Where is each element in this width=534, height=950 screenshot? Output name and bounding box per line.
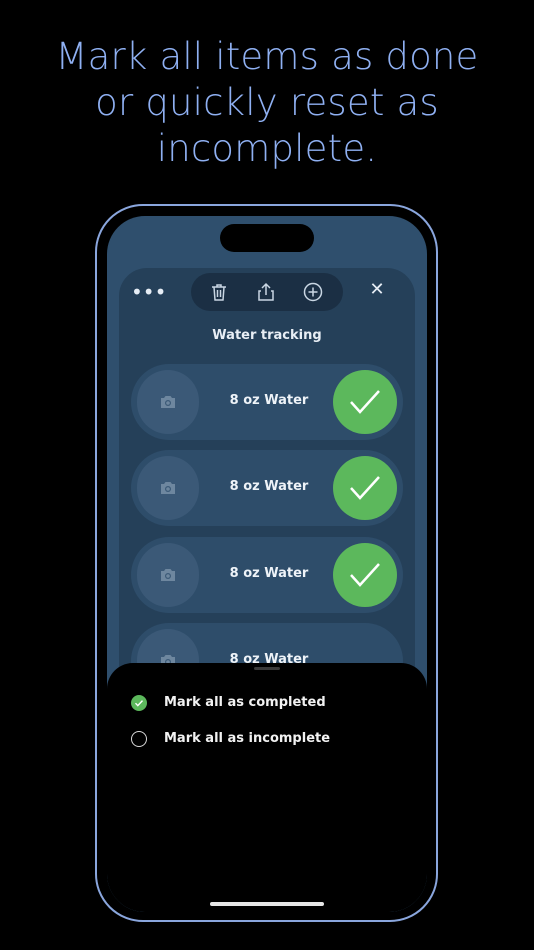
add-circle-icon[interactable] [303, 282, 323, 302]
add-photo-button[interactable] [137, 456, 199, 520]
trash-icon[interactable] [209, 282, 229, 302]
camera-icon [161, 396, 175, 408]
dynamic-island [220, 224, 314, 252]
share-icon[interactable] [256, 282, 276, 302]
mark-all-incomplete-option[interactable]: Mark all as incomplete [131, 729, 391, 751]
headline-line-1: Mark all items as done [55, 35, 479, 78]
list-title: Water tracking [212, 328, 322, 343]
close-icon[interactable]: ✕ [369, 281, 385, 299]
checkmark-icon [350, 563, 380, 587]
list-item[interactable]: 8 oz Water [131, 364, 403, 440]
home-indicator [210, 902, 324, 906]
headline-line-3: incomplete. [156, 127, 378, 170]
list-item[interactable]: 8 oz Water [131, 537, 403, 613]
item-complete-toggle[interactable] [333, 543, 397, 607]
checkmark-icon [350, 476, 380, 500]
headline: Mark all items as done or quickly reset … [0, 34, 534, 172]
mark-all-completed-option[interactable]: Mark all as completed [131, 693, 391, 715]
more-options-icon[interactable]: ••• [131, 282, 166, 302]
item-label: 8 oz Water [229, 479, 309, 494]
phone-screen: ••• ✕ Water tracking 8 oz Water 8 oz Wat… [107, 216, 427, 912]
add-photo-button[interactable] [137, 370, 199, 434]
checkmark-icon [350, 390, 380, 414]
list-item[interactable]: 8 oz Water [131, 450, 403, 526]
option-label: Mark all as incomplete [164, 731, 331, 746]
sheet-drag-handle[interactable] [254, 667, 280, 670]
bottom-sheet: Mark all as completed Mark all as incomp… [107, 663, 427, 912]
camera-icon [161, 569, 175, 581]
item-complete-toggle[interactable] [333, 456, 397, 520]
camera-icon [161, 482, 175, 494]
item-complete-toggle[interactable] [333, 370, 397, 434]
item-label: 8 oz Water [229, 566, 309, 581]
item-label: 8 oz Water [229, 393, 309, 408]
radio-selected-icon[interactable] [131, 695, 147, 711]
toolbar-actions [191, 273, 343, 311]
headline-line-2: or quickly reset as [95, 81, 439, 124]
add-photo-button[interactable] [137, 543, 199, 607]
option-label: Mark all as completed [164, 695, 326, 710]
radio-unselected-icon[interactable] [131, 731, 147, 747]
